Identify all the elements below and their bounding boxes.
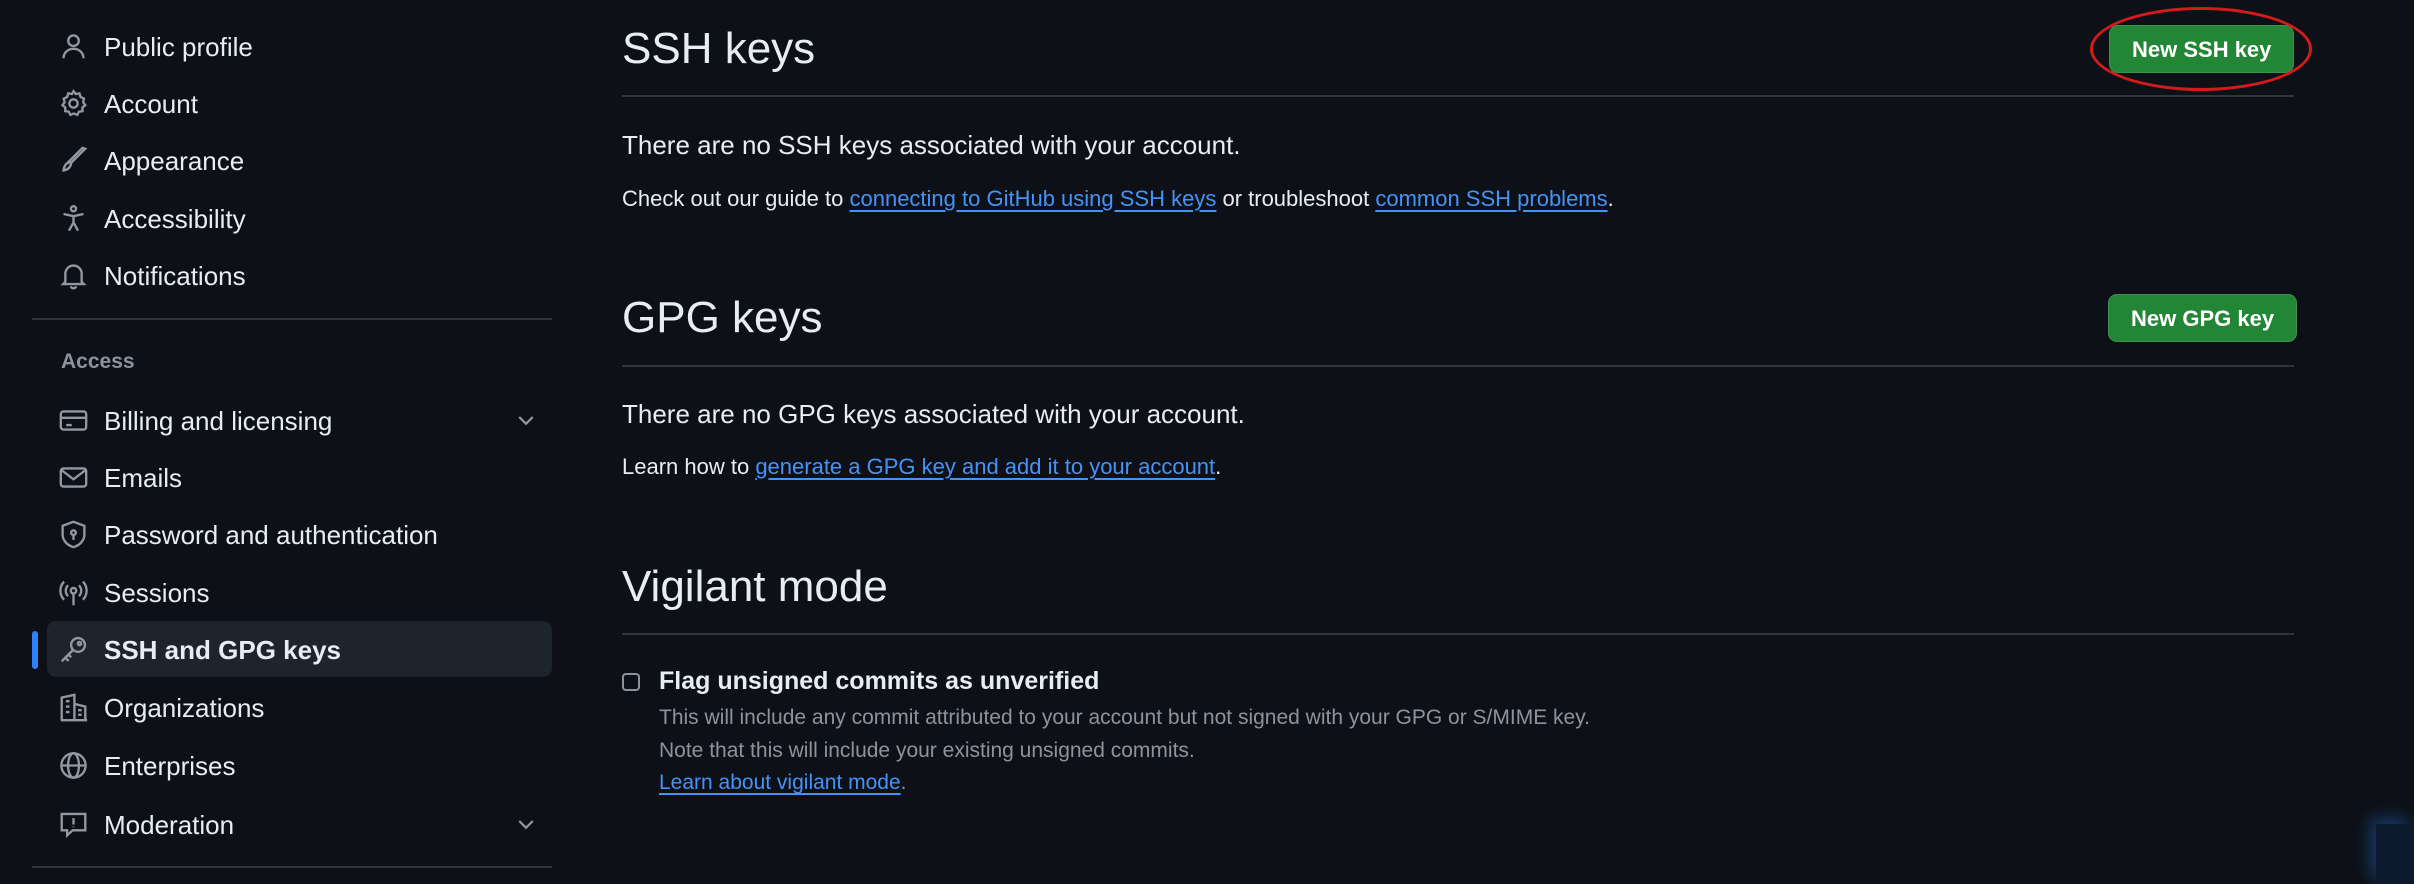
corner-widget [2376, 824, 2414, 884]
active-indicator [32, 631, 38, 669]
vigilant-learn-text: Learn about vigilant mode. [659, 771, 907, 795]
key-icon [59, 635, 88, 664]
globe-icon [59, 751, 88, 780]
new-gpg-key-button[interactable]: New GPG key [2108, 294, 2298, 342]
sidebar-section-access: Access [61, 350, 135, 373]
sidebar-item-label: Billing and licensing [104, 406, 333, 436]
ssh-guide-middle: or troubleshoot [1216, 186, 1376, 211]
ssh-empty-message: There are no SSH keys associated with yo… [622, 130, 1241, 160]
sidebar-item-appearance[interactable]: Appearance [47, 132, 552, 188]
section-divider [622, 633, 2294, 635]
sidebar-item-organizations[interactable]: Organizations [47, 679, 552, 735]
vigilant-description-2: Note that this will include your existin… [659, 739, 1195, 762]
sidebar-item-label: Accessibility [104, 204, 246, 234]
section-divider [622, 365, 2294, 367]
sidebar-item-label: Enterprises [104, 751, 236, 781]
gpg-learn-text: Learn how to generate a GPG key and add … [622, 454, 1221, 480]
sidebar-item-label: Sessions [104, 578, 210, 608]
credit-card-icon [59, 406, 88, 435]
person-icon [59, 32, 88, 61]
sidebar-item-label: Notifications [104, 261, 246, 291]
gpg-keys-heading: GPG keys [622, 293, 823, 342]
flag-unsigned-commits-label[interactable]: Flag unsigned commits as unverified [659, 667, 1099, 696]
section-divider [622, 95, 2294, 97]
sidebar-item-accessibility[interactable]: Accessibility [47, 190, 552, 246]
gear-icon [59, 89, 88, 118]
vigilant-description-1: This will include any commit attributed … [659, 706, 1591, 729]
sidebar-item-label: Account [104, 89, 198, 119]
sidebar-item-account[interactable]: Account [47, 75, 552, 131]
sidebar-item-enterprises[interactable]: Enterprises [47, 737, 552, 793]
gpg-empty-message: There are no GPG keys associated with yo… [622, 399, 1245, 429]
sidebar-item-billing[interactable]: Billing and licensing [47, 392, 552, 448]
sidebar-item-notifications[interactable]: Notifications [47, 247, 552, 303]
accessibility-icon [59, 204, 88, 233]
sidebar-item-public-profile[interactable]: Public profile [47, 18, 552, 74]
sidebar-divider [32, 318, 552, 320]
sidebar-item-password-authentication[interactable]: Password and authentication [47, 506, 552, 562]
ssh-guide-text: Check out our guide to connecting to Git… [622, 186, 1614, 212]
gpg-learn-prefix: Learn how to [622, 454, 756, 479]
mail-icon [59, 463, 88, 492]
ssh-problems-link[interactable]: common SSH problems [1375, 186, 1607, 211]
sidebar-divider [32, 866, 552, 868]
gpg-learn-suffix: . [1215, 454, 1222, 479]
broadcast-icon [59, 578, 88, 607]
sidebar-item-sessions[interactable]: Sessions [47, 564, 552, 620]
sidebar-item-label: Moderation [104, 810, 235, 840]
ssh-guide-link[interactable]: connecting to GitHub using SSH keys [849, 186, 1216, 211]
sidebar-item-label: Public profile [104, 32, 253, 62]
chevron-down-icon[interactable] [514, 408, 538, 432]
shield-lock-icon [59, 520, 88, 549]
ssh-guide-prefix: Check out our guide to [622, 186, 850, 211]
settings-sidebar: Public profile Account Appearance Access… [32, 0, 552, 884]
organization-icon [59, 693, 88, 722]
vigilant-learn-suffix: . [900, 771, 907, 794]
sidebar-item-label: Password and authentication [104, 520, 438, 550]
sidebar-item-moderation[interactable]: Moderation [47, 796, 552, 852]
sidebar-item-ssh-gpg-keys[interactable]: SSH and GPG keys [47, 621, 552, 677]
sidebar-item-label: Organizations [104, 693, 265, 723]
new-ssh-key-button[interactable]: New SSH key [2109, 25, 2295, 73]
vigilant-mode-heading: Vigilant mode [622, 562, 888, 611]
paintbrush-icon [59, 146, 88, 175]
ssh-guide-suffix: . [1607, 186, 1614, 211]
flag-unsigned-commits-checkbox[interactable] [622, 673, 640, 691]
ssh-keys-heading: SSH keys [622, 24, 816, 73]
sidebar-item-label: Appearance [104, 146, 245, 176]
sidebar-item-emails[interactable]: Emails [47, 449, 552, 505]
sidebar-item-label: SSH and GPG keys [104, 635, 341, 665]
sidebar-item-label: Emails [104, 463, 183, 493]
report-icon [59, 810, 88, 839]
chevron-down-icon[interactable] [514, 812, 538, 836]
bell-icon [59, 261, 88, 290]
settings-main: SSH keys New SSH key There are no SSH ke… [622, 0, 2312, 884]
gpg-learn-link[interactable]: generate a GPG key and add it to your ac… [755, 454, 1215, 479]
vigilant-learn-link[interactable]: Learn about vigilant mode [659, 771, 901, 794]
